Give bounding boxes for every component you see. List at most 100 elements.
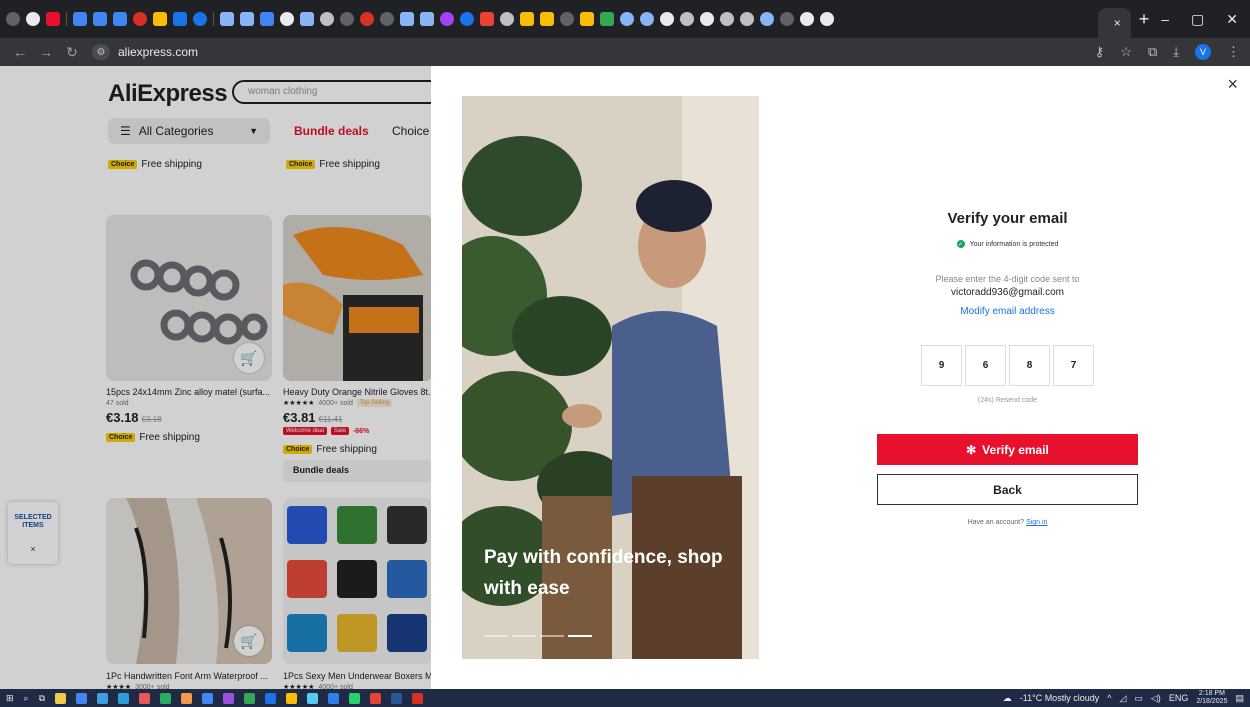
modal-close-icon[interactable]: × <box>1227 74 1238 95</box>
site-settings-icon[interactable]: ⚙ <box>92 44 110 60</box>
tab-favicon[interactable] <box>560 12 574 26</box>
verify-email-button[interactable]: ✻ Verify email <box>877 434 1138 465</box>
tab-favicon[interactable] <box>260 12 274 26</box>
tab-favicon[interactable] <box>740 12 754 26</box>
tab-favicon[interactable] <box>700 12 714 26</box>
profile-avatar[interactable]: V <box>1195 44 1211 60</box>
tab-favicon[interactable] <box>620 12 634 26</box>
tab-favicon[interactable] <box>173 12 187 26</box>
language-indicator[interactable]: ENG <box>1169 693 1189 703</box>
tab-favicon[interactable] <box>580 12 594 26</box>
taskbar-app-icon[interactable] <box>223 692 235 704</box>
acrobat-icon[interactable] <box>412 692 424 704</box>
network-icon[interactable]: ◿ <box>1119 693 1126 704</box>
windows-start-icon[interactable]: ⊞ <box>6 693 14 704</box>
tab-favicon[interactable] <box>480 12 494 26</box>
tab-favicon[interactable] <box>540 12 554 26</box>
url-field[interactable]: ⚙ aliexpress.com <box>92 44 198 60</box>
code-digit-3[interactable]: 8 <box>1009 345 1050 386</box>
taskbar-app-icon[interactable] <box>265 692 277 704</box>
whatsapp-icon[interactable] <box>349 692 361 704</box>
gmail-icon[interactable] <box>370 692 382 704</box>
clock[interactable]: 2:18 PM 2/18/2025 <box>1196 690 1227 706</box>
tab-favicon[interactable] <box>660 12 674 26</box>
active-tab[interactable]: × <box>1097 8 1131 38</box>
tab-favicon[interactable] <box>153 12 167 26</box>
tab-favicon[interactable] <box>600 12 614 26</box>
tab-favicon[interactable] <box>520 12 534 26</box>
notifications-icon[interactable]: ▤ <box>1235 693 1244 704</box>
weather-text[interactable]: -11°C Mostly cloudy <box>1020 693 1099 703</box>
code-digit-1[interactable]: 9 <box>921 345 962 386</box>
carousel-dot[interactable] <box>512 635 536 637</box>
taskbar-app-icon[interactable] <box>76 692 88 704</box>
download-icon[interactable]: ⤓ <box>1173 44 1179 60</box>
reload-icon[interactable]: ↻ <box>62 44 82 61</box>
volume-icon[interactable]: ◁) <box>1151 693 1161 704</box>
resend-code-countdown[interactable]: (24s) Resend code <box>877 397 1138 404</box>
tab-favicon[interactable] <box>73 12 87 26</box>
taskbar-app-icon[interactable] <box>118 692 130 704</box>
taskbar-app-icon[interactable] <box>139 692 151 704</box>
tab-favicon[interactable] <box>440 12 454 26</box>
carousel-dot[interactable] <box>540 635 564 637</box>
forward-arrow-icon[interactable]: → <box>36 44 56 60</box>
tab-favicon[interactable] <box>780 12 794 26</box>
vscode-icon[interactable] <box>328 692 340 704</box>
tab-favicon[interactable] <box>800 12 814 26</box>
tab-favicon[interactable] <box>46 12 60 26</box>
tab-search-icon[interactable] <box>6 12 20 26</box>
more-menu-icon[interactable]: ⋮ <box>1227 44 1240 60</box>
back-button[interactable]: Back <box>877 474 1138 505</box>
taskbar-app-icon[interactable] <box>97 692 109 704</box>
tab-favicon[interactable] <box>460 12 474 26</box>
tab-favicon[interactable] <box>680 12 694 26</box>
bookmark-star-icon[interactable]: ☆ <box>1120 44 1132 60</box>
tab-favicon[interactable] <box>280 12 294 26</box>
tab-favicon[interactable] <box>420 12 434 26</box>
tab-favicon[interactable] <box>820 12 834 26</box>
tab-favicon[interactable] <box>320 12 334 26</box>
tab-favicon[interactable] <box>300 12 314 26</box>
new-tab-button[interactable]: + <box>1139 9 1150 30</box>
file-explorer-icon[interactable] <box>55 692 67 704</box>
code-digit-4[interactable]: 7 <box>1053 345 1094 386</box>
modal-backdrop[interactable] <box>0 66 431 689</box>
carousel-dot[interactable] <box>484 635 508 637</box>
tab-favicon[interactable] <box>340 12 354 26</box>
tab-favicon[interactable] <box>360 12 374 26</box>
task-view-icon[interactable]: ⧉ <box>39 693 45 704</box>
chrome-icon[interactable] <box>202 692 214 704</box>
tab-favicon[interactable] <box>500 12 514 26</box>
window-close-button[interactable]: ✕ <box>1226 11 1238 28</box>
tab-favicon[interactable] <box>93 12 107 26</box>
code-digit-2[interactable]: 6 <box>965 345 1006 386</box>
extensions-icon[interactable]: ⧉ <box>1148 44 1157 60</box>
battery-icon[interactable]: ▭ <box>1134 693 1143 704</box>
tab-favicon[interactable] <box>193 12 207 26</box>
tab-favicon[interactable] <box>220 12 234 26</box>
taskbar-app-icon[interactable] <box>244 692 256 704</box>
modify-email-link[interactable]: Modify email address <box>877 306 1138 317</box>
tab-favicon[interactable] <box>380 12 394 26</box>
tab-favicon[interactable] <box>240 12 254 26</box>
taskbar-app-icon[interactable] <box>286 692 298 704</box>
tab-favicon[interactable] <box>640 12 654 26</box>
tab-favicon[interactable] <box>133 12 147 26</box>
tab-close-icon[interactable]: × <box>1114 16 1121 30</box>
tab-favicon[interactable] <box>400 12 414 26</box>
tray-expand-icon[interactable]: ^ <box>1107 693 1111 703</box>
back-arrow-icon[interactable]: ← <box>10 44 30 60</box>
weather-icon[interactable]: ☁ <box>1003 693 1012 704</box>
carousel-dot-active[interactable] <box>568 635 592 637</box>
sign-in-link[interactable]: Sign in <box>1026 519 1047 526</box>
tab-favicon[interactable] <box>760 12 774 26</box>
taskbar-app-icon[interactable] <box>307 692 319 704</box>
tab-favicon[interactable] <box>113 12 127 26</box>
tab-favicon[interactable] <box>26 12 40 26</box>
tab-favicon[interactable] <box>720 12 734 26</box>
taskbar-app-icon[interactable] <box>160 692 172 704</box>
minimize-button[interactable]: – <box>1161 11 1169 28</box>
password-key-icon[interactable]: ⚷ <box>1095 44 1105 60</box>
word-icon[interactable] <box>391 692 403 704</box>
